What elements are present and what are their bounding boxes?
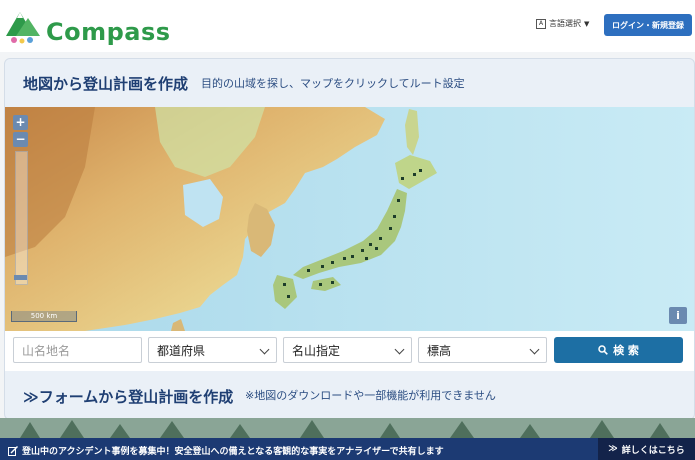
banner-details-label: 詳しくはこちら — [621, 445, 685, 456]
mountain-name-placeholder: 山名地名 — [22, 343, 71, 358]
login-register-button[interactable]: ログイン・新規登録 — [604, 14, 692, 36]
chevron-down-icon — [394, 344, 405, 355]
translate-icon: A — [536, 18, 546, 29]
altitude-select[interactable]: 標高 — [418, 337, 547, 363]
logo-text: Compass — [46, 18, 171, 46]
planner-title: 地図から登山計画を作成 — [23, 75, 189, 93]
caret-down-icon: ▼ — [584, 19, 590, 28]
double-chevron-right-icon: ≫ — [23, 388, 39, 406]
zoom-out-button[interactable]: − — [13, 132, 28, 147]
language-select[interactable]: A 言語選択 ▼ — [536, 18, 589, 29]
map-scale-bar: 500 km — [11, 311, 77, 322]
form-planner-link[interactable]: ≫フォームから登山計画を作成 — [23, 386, 233, 407]
banner-text: 登山中のアクシデント事例を募集中！安全登山への備えとなる客観的な事実をアナライザ… — [22, 447, 444, 457]
altitude-label: 標高 — [427, 343, 452, 358]
prefecture-label: 都道府県 — [157, 343, 206, 358]
search-icon — [598, 345, 608, 355]
site-header: Compass A 言語選択 ▼ ログイン・新規登録 — [0, 0, 695, 52]
mountain-logo-icon — [6, 12, 40, 44]
compass-logo[interactable]: Compass — [4, 8, 170, 46]
search-bar: 山名地名 都道府県 名山指定 標高 検 索 — [5, 331, 694, 371]
double-chevron-right-icon: ≫ — [608, 444, 618, 454]
banner-details-button[interactable]: ≫ 詳しくはこちら — [598, 438, 695, 460]
form-planner-note: ※地図のダウンロードや一部機能が利用できません — [245, 389, 496, 402]
planner-subtitle: 目的の山域を探し、マップをクリックしてルート設定 — [201, 77, 465, 90]
search-button[interactable]: 検 索 — [554, 337, 683, 363]
search-button-label: 検 索 — [613, 344, 639, 357]
japan-map[interactable]: + − 500 km i — [5, 107, 694, 331]
prefecture-select[interactable]: 都道府県 — [148, 337, 277, 363]
forest-background — [0, 418, 695, 438]
famous-mountain-label: 名山指定 — [292, 343, 341, 358]
famous-mountain-select[interactable]: 名山指定 — [283, 337, 412, 363]
map-canvas — [5, 107, 694, 331]
map-planner-panel: 地図から登山計画を作成 目的の山域を探し、マップをクリックしてルート設定 + −… — [4, 58, 695, 420]
chevron-down-icon — [529, 344, 540, 355]
edit-icon — [8, 445, 18, 456]
accident-report-banner: 登山中のアクシデント事例を募集中！安全登山への備えとなる客観的な事実をアナライザ… — [0, 438, 695, 460]
zoom-slider-track[interactable] — [15, 151, 28, 285]
trees-illustration — [0, 418, 695, 438]
language-label: 言語選択 — [549, 19, 581, 28]
chevron-down-icon — [259, 344, 270, 355]
map-info-button[interactable]: i — [669, 307, 687, 324]
zoom-in-button[interactable]: + — [13, 115, 28, 130]
banner-message: 登山中のアクシデント事例を募集中！安全登山への備えとなる客観的な事実をアナライザ… — [8, 444, 444, 457]
mountain-name-input[interactable]: 山名地名 — [13, 337, 142, 363]
zoom-slider-handle[interactable] — [14, 275, 27, 280]
form-planner-label: フォームから登山計画を作成 — [38, 388, 234, 406]
